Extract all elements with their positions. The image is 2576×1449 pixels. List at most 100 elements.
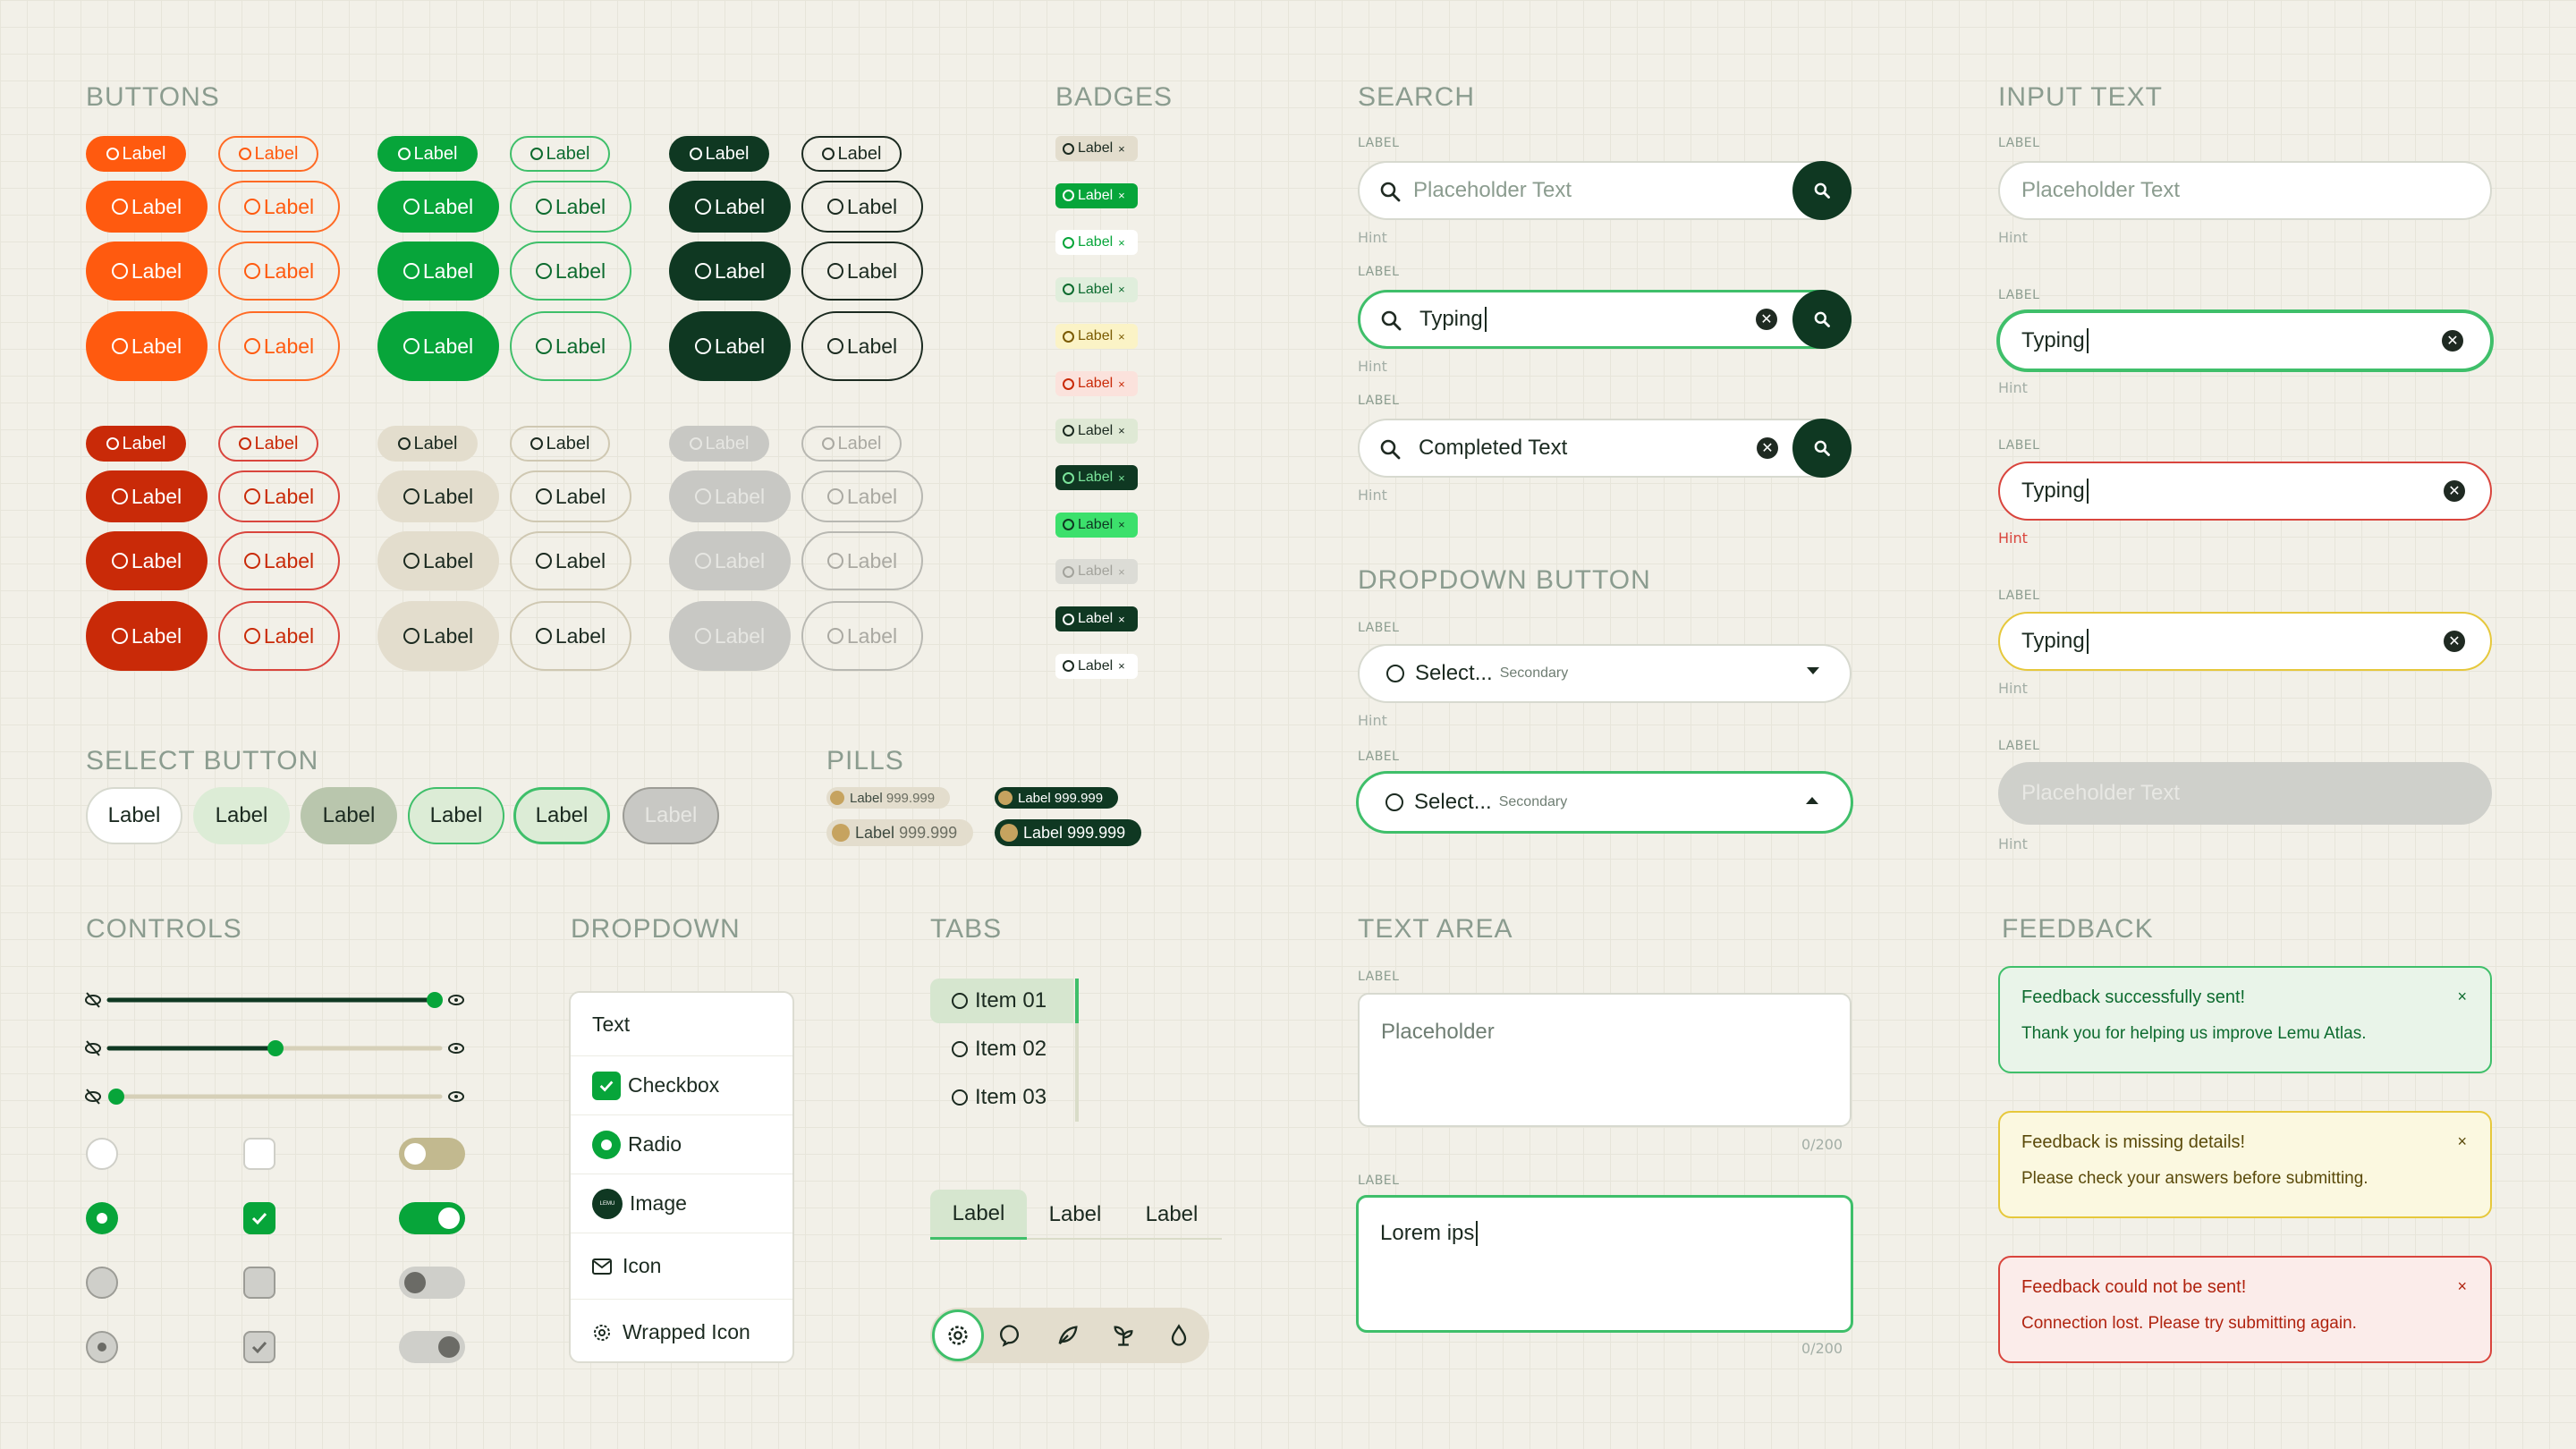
red-filled-button[interactable]: Label (86, 426, 186, 462)
text-input-empty[interactable]: Placeholder Text (1998, 161, 2492, 220)
dropdown-item-text[interactable]: Text (571, 993, 792, 1055)
close-icon[interactable]: × (1118, 424, 1125, 437)
close-icon[interactable]: × (1118, 330, 1125, 343)
close-icon[interactable]: × (1118, 283, 1125, 296)
search-button[interactable] (1792, 290, 1852, 349)
tab-horizontal-3[interactable]: Label (1123, 1190, 1220, 1240)
green-filled-button[interactable]: Label (377, 136, 478, 172)
tab-horizontal-1[interactable]: Label (930, 1190, 1027, 1240)
slider-full[interactable] (84, 989, 470, 1011)
green-outline-button[interactable]: Label (510, 181, 631, 233)
dark-filled-button[interactable]: Label (669, 242, 791, 301)
close-icon[interactable]: × (1118, 189, 1125, 202)
close-icon[interactable]: × (1118, 613, 1125, 626)
green-outline-button[interactable]: Label (510, 136, 610, 172)
clear-icon[interactable]: ✕ (2444, 631, 2465, 652)
icon-tab-leaf[interactable] (1055, 1323, 1080, 1352)
beige-filled-button[interactable]: Label (377, 470, 499, 522)
dropdown-item-checkbox[interactable]: Checkbox (571, 1055, 792, 1114)
red-outline-button[interactable]: Label (218, 426, 318, 462)
tab-item-01[interactable]: Item 01 (930, 979, 1073, 1023)
select-button-2[interactable]: Label (193, 787, 290, 844)
icon-tab-gear[interactable] (932, 1309, 984, 1361)
orange-outline-button[interactable]: Label (218, 311, 340, 381)
text-input-typing[interactable]: Typing ✕ (1996, 309, 2494, 372)
search-button[interactable] (1792, 161, 1852, 220)
close-icon[interactable]: × (1118, 518, 1125, 531)
dropdown-item-image[interactable]: LEMU Image (571, 1174, 792, 1233)
orange-filled-button[interactable]: Label (86, 136, 186, 172)
textarea-typing[interactable]: Lorem ips (1356, 1195, 1853, 1333)
green-filled-button[interactable]: Label (377, 242, 499, 301)
dropdown-item-radio[interactable]: Radio (571, 1114, 792, 1174)
dark-outline-button[interactable]: Label (801, 181, 923, 233)
clear-icon[interactable]: ✕ (2444, 480, 2465, 502)
dropdown-item-wrapped-icon[interactable]: Wrapped Icon (571, 1299, 792, 1361)
clear-icon[interactable]: ✕ (2442, 330, 2463, 352)
green-filled-button[interactable]: Label (377, 181, 499, 233)
toggle-off[interactable] (399, 1138, 465, 1170)
beige-outline-button[interactable]: Label (510, 426, 610, 462)
orange-filled-button[interactable]: Label (86, 311, 208, 381)
close-icon[interactable]: × (1118, 565, 1125, 579)
beige-outline-button[interactable]: Label (510, 531, 631, 590)
beige-outline-button[interactable]: Label (510, 601, 631, 671)
text-input-warning[interactable]: Typing ✕ (1998, 612, 2492, 671)
orange-outline-button[interactable]: Label (218, 242, 340, 301)
dark-filled-button[interactable]: Label (669, 136, 769, 172)
close-icon[interactable]: × (1118, 659, 1125, 673)
select-button-4[interactable]: Label (408, 787, 504, 844)
select-button-3[interactable]: Label (301, 787, 397, 844)
dark-outline-button[interactable]: Label (801, 311, 923, 381)
orange-outline-button[interactable]: Label (218, 181, 340, 233)
textarea-empty[interactable]: Placeholder (1358, 993, 1852, 1127)
search-input-completed[interactable]: Completed Text ✕ (1358, 419, 1852, 478)
select-button-1[interactable]: Label (86, 787, 182, 844)
search-input-empty[interactable]: Placeholder Text (1358, 161, 1852, 220)
red-filled-button[interactable]: Label (86, 531, 208, 590)
search-input-typing[interactable]: Typing ✕ (1358, 290, 1852, 349)
orange-filled-button[interactable]: Label (86, 242, 208, 301)
clear-icon[interactable]: ✕ (1756, 309, 1777, 330)
toggle-on[interactable] (399, 1202, 465, 1234)
icon-tab-plant[interactable] (1111, 1323, 1136, 1352)
green-outline-button[interactable]: Label (510, 311, 631, 381)
orange-filled-button[interactable]: Label (86, 181, 208, 233)
select-button-5[interactable]: Label (513, 787, 610, 844)
green-filled-button[interactable]: Label (377, 311, 499, 381)
slider-half[interactable] (84, 1038, 470, 1059)
checkbox-checked[interactable] (243, 1202, 275, 1234)
close-icon[interactable]: × (1118, 377, 1125, 391)
beige-filled-button[interactable]: Label (377, 426, 478, 462)
icon-tab-drop[interactable] (1166, 1323, 1191, 1352)
red-filled-button[interactable]: Label (86, 601, 208, 671)
clear-icon[interactable]: ✕ (1757, 437, 1778, 459)
dropdown-button-open[interactable]: Select... Secondary (1356, 771, 1853, 834)
beige-filled-button[interactable]: Label (377, 531, 499, 590)
dark-outline-button[interactable]: Label (801, 242, 923, 301)
beige-outline-button[interactable]: Label (510, 470, 631, 522)
slider-empty[interactable] (84, 1086, 470, 1107)
close-icon[interactable]: × (1118, 471, 1125, 485)
dropdown-button-closed[interactable]: Select... Secondary (1358, 644, 1852, 703)
tab-horizontal-2[interactable]: Label (1027, 1190, 1123, 1240)
beige-filled-button[interactable]: Label (377, 601, 499, 671)
checkbox-unchecked[interactable] (243, 1138, 275, 1170)
green-outline-button[interactable]: Label (510, 242, 631, 301)
orange-outline-button[interactable]: Label (218, 136, 318, 172)
red-outline-button[interactable]: Label (218, 531, 340, 590)
dropdown-item-icon[interactable]: Icon (571, 1233, 792, 1299)
radio-checked[interactable] (86, 1202, 118, 1234)
dark-outline-button[interactable]: Label (801, 136, 902, 172)
dark-filled-button[interactable]: Label (669, 311, 791, 381)
close-icon[interactable]: × (2457, 987, 2467, 1006)
radio-unchecked[interactable] (86, 1138, 118, 1170)
tab-item-03[interactable]: Item 03 (930, 1075, 1073, 1120)
close-icon[interactable]: × (2457, 1132, 2467, 1151)
red-outline-button[interactable]: Label (218, 470, 340, 522)
tab-item-02[interactable]: Item 02 (930, 1027, 1073, 1072)
red-filled-button[interactable]: Label (86, 470, 208, 522)
dark-filled-button[interactable]: Label (669, 181, 791, 233)
search-button[interactable] (1792, 419, 1852, 478)
close-icon[interactable]: × (1118, 236, 1125, 250)
